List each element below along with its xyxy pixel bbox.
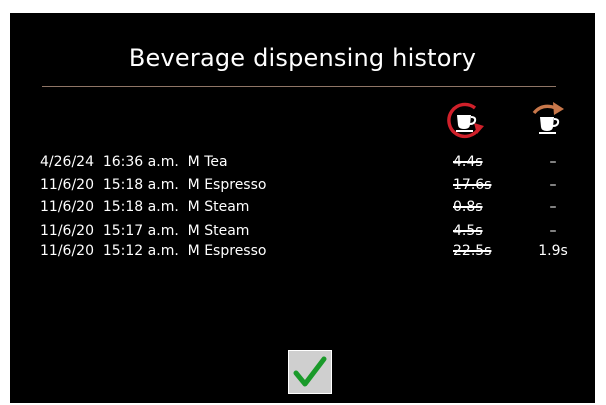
entry-text: 4/26/24 16:36 a.m. M Tea [40,154,228,170]
history-row: 11/6/20 15:18 a.m. M Steam 0.8s – [40,196,580,219]
retry-time: – [549,154,557,170]
title-divider [42,86,556,87]
redispense-cup-icon [528,99,568,139]
history-list: 4/26/24 16:36 a.m. M Tea 4.4s – 11/6/20 … [40,151,580,266]
retry-time: – [549,199,557,215]
entry-text: 11/6/20 15:12 a.m. M Espresso [40,243,267,259]
cancelled-cup-icon [445,101,485,141]
confirm-button[interactable] [288,350,332,394]
history-screen: Beverage dispensing history 4/26/24 16:3… [10,13,595,403]
history-row: 11/6/20 15:12 a.m. M Espresso 22.5s 1.9s [40,240,580,263]
retry-time: 1.9s [538,243,568,259]
entry-text: 11/6/20 15:18 a.m. M Steam [40,199,250,215]
page-title: Beverage dispensing history [128,44,477,72]
retry-time: – [549,177,557,193]
history-row: 4/26/24 16:36 a.m. M Tea 4.4s – [40,151,580,174]
cancelled-time: 22.5s [453,243,492,259]
cancelled-time: 17.6s [453,177,492,193]
cancelled-time: 4.4s [453,154,483,170]
cancelled-time: 0.8s [453,199,483,215]
history-row: 11/6/20 15:18 a.m. M Espresso 17.6s – [40,174,580,197]
entry-text: 11/6/20 15:18 a.m. M Espresso [40,177,267,193]
checkmark-icon [293,356,327,387]
